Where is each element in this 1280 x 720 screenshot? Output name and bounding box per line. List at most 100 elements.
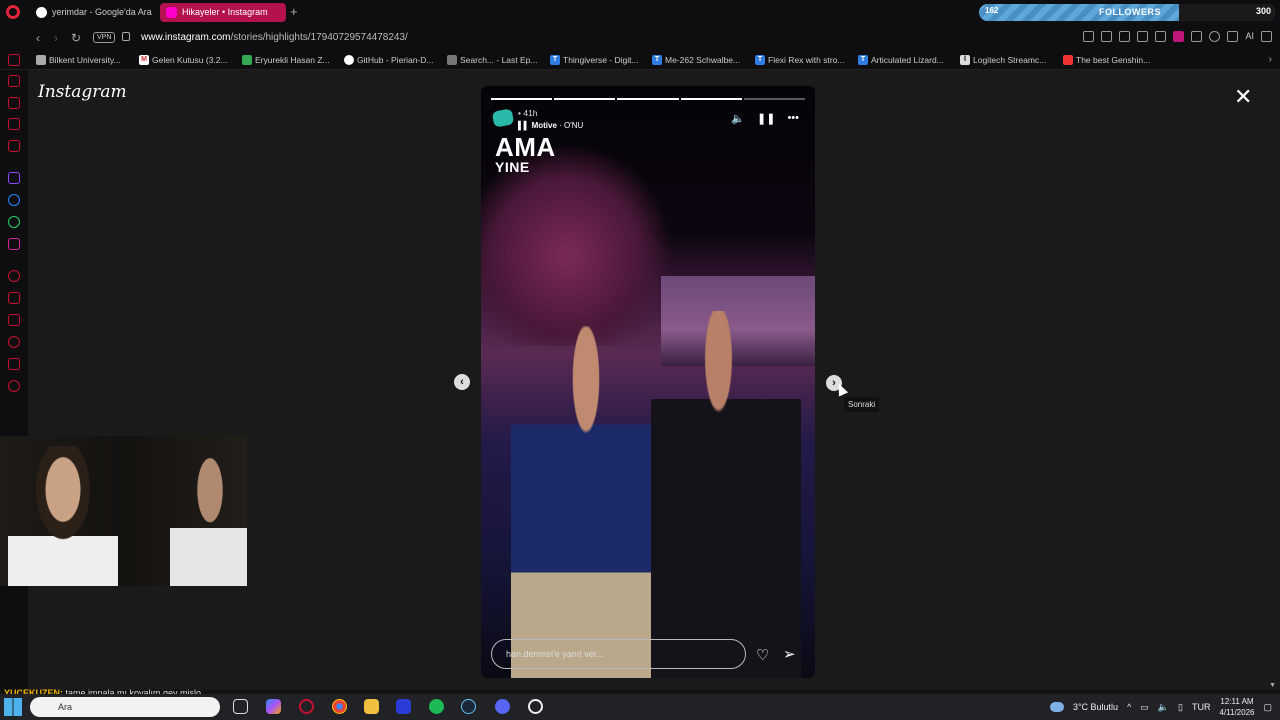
steam-icon[interactable] bbox=[461, 699, 476, 714]
webcam-overlay bbox=[0, 436, 247, 586]
story-music[interactable]: ▌▌ Motive · O'NU bbox=[518, 121, 583, 130]
bookmark-item[interactable]: GitHub - Pierian-D... bbox=[344, 55, 434, 65]
sidebar-home-icon[interactable] bbox=[8, 54, 20, 66]
pause-icon[interactable]: ❚❚ bbox=[757, 112, 775, 125]
discord-icon[interactable] bbox=[495, 699, 510, 714]
close-story-button[interactable]: ✕ bbox=[1234, 86, 1252, 108]
chrome-icon[interactable] bbox=[332, 699, 347, 714]
story-overlay-text: AMA YINE bbox=[495, 134, 556, 174]
new-tab-button[interactable]: + bbox=[290, 4, 298, 19]
menu-icon[interactable] bbox=[1261, 31, 1272, 42]
notifications-icon[interactable]: ▢ bbox=[1263, 702, 1272, 713]
puzzle-icon[interactable] bbox=[1191, 31, 1203, 42]
bookmark-item[interactable]: T Me-262 Schwalbe... bbox=[652, 55, 740, 65]
sidebar-pin-icon[interactable] bbox=[8, 292, 20, 304]
previous-story-button[interactable]: ‹ bbox=[454, 374, 470, 390]
sidebar-history-icon[interactable] bbox=[8, 75, 20, 87]
bookmark-item[interactable]: Eryurekli Hasan Z... bbox=[242, 55, 330, 65]
lock-icon[interactable] bbox=[122, 32, 130, 41]
followers-goal-widget: 162 FOLLOWERS 300 bbox=[979, 4, 1275, 21]
tab-google-search[interactable]: yerimdar - Google'da Ara bbox=[30, 3, 156, 22]
copilot-icon[interactable] bbox=[266, 699, 281, 714]
download-icon[interactable] bbox=[1227, 31, 1239, 42]
followers-label: FOLLOWERS bbox=[1099, 7, 1161, 17]
twitch-icon[interactable] bbox=[8, 172, 20, 184]
tab-label: Hikayeler • Instagram bbox=[182, 7, 268, 17]
more-options-icon[interactable]: ••• bbox=[787, 112, 799, 125]
sidebar-clock-icon[interactable] bbox=[8, 336, 20, 348]
network-icon[interactable]: ▭ bbox=[1140, 702, 1149, 713]
followers-count: 162 bbox=[985, 6, 999, 15]
profile-icon[interactable] bbox=[1209, 31, 1221, 42]
genshin-icon bbox=[1063, 55, 1073, 65]
opera-gx-icon[interactable] bbox=[299, 699, 314, 714]
messenger-icon[interactable] bbox=[8, 194, 20, 206]
globe-icon bbox=[36, 55, 46, 65]
next-tooltip: Sonraki bbox=[844, 397, 880, 412]
url-field[interactable]: www.instagram.com/stories/highlights/179… bbox=[141, 32, 408, 43]
snapshot-icon[interactable] bbox=[1101, 31, 1113, 42]
opera-logo-icon[interactable] bbox=[6, 5, 20, 19]
bookmark-item[interactable]: Bilkent University... bbox=[36, 55, 121, 65]
ai-button[interactable]: AI bbox=[1245, 31, 1254, 42]
scrollbar-down-icon[interactable]: ▼ bbox=[1269, 682, 1276, 689]
bookmark-item[interactable]: l Logitech Streamc... bbox=[960, 55, 1046, 65]
weather-text[interactable]: 3°C Bulutlu bbox=[1073, 702, 1118, 712]
sidebar-player-icon[interactable] bbox=[8, 270, 20, 282]
spotify-icon[interactable] bbox=[429, 699, 444, 714]
taskbar-clock[interactable]: 12:11 AM 4/11/2026 bbox=[1219, 696, 1254, 718]
bookmark-item[interactable]: M Gelen Kutusu (3.2... bbox=[139, 55, 228, 65]
followers-goal-total: 300 bbox=[1255, 6, 1271, 16]
heart-icon[interactable] bbox=[1137, 31, 1149, 42]
browser-sidebar bbox=[0, 54, 28, 690]
tray-chevron-icon[interactable]: ^ bbox=[1127, 702, 1131, 712]
like-heart-icon[interactable]: ♡ bbox=[756, 646, 769, 664]
logitech-icon: l bbox=[960, 55, 970, 65]
story-frame[interactable]: • 41h ▌▌ Motive · O'NU 🔈 ❚❚ ••• AMA YINE… bbox=[481, 86, 815, 678]
sidebar-extensions-icon[interactable] bbox=[8, 358, 20, 370]
sidebar-wallet-icon[interactable] bbox=[8, 314, 20, 326]
battery-icon[interactable]: ▯ bbox=[1178, 702, 1183, 713]
task-view-icon[interactable] bbox=[233, 699, 248, 714]
bookmark-item[interactable]: T Thingiverse - Digit... bbox=[550, 55, 639, 65]
thingiverse-icon: T bbox=[550, 55, 560, 65]
bookmarks-overflow-icon[interactable]: › bbox=[1269, 54, 1272, 65]
tab-instagram-stories[interactable]: Hikayeler • Instagram bbox=[160, 3, 286, 22]
extension-icon[interactable] bbox=[1173, 31, 1185, 42]
sidebar-twitch-icon[interactable] bbox=[8, 118, 20, 130]
speaker-icon[interactable]: 🔈 bbox=[1158, 702, 1169, 713]
reload-icon[interactable]: ↻ bbox=[71, 31, 81, 45]
sidebar-mail-icon[interactable] bbox=[8, 140, 20, 152]
system-tray: 3°C Bulutlu ^ ▭ 🔈 ▯ TUR 12:11 AM 4/11/20… bbox=[1049, 694, 1272, 720]
instagram-logo[interactable]: Instagram bbox=[38, 82, 127, 102]
story-photo-person bbox=[511, 326, 661, 678]
forward-icon[interactable]: › bbox=[54, 31, 58, 45]
whatsapp-icon[interactable] bbox=[8, 216, 20, 228]
pin-icon[interactable] bbox=[1083, 31, 1095, 42]
progress-segment bbox=[743, 98, 806, 100]
play-icon[interactable] bbox=[1155, 31, 1167, 42]
bookmark-item[interactable]: T Articulated Lizard... bbox=[858, 55, 944, 65]
back-icon[interactable]: ‹ bbox=[36, 31, 40, 45]
progress-segment bbox=[680, 98, 742, 100]
vpn-badge[interactable]: VPN bbox=[93, 32, 116, 43]
story-reply-input[interactable]: han.demirel'e yanıt ver... bbox=[491, 639, 746, 669]
send-icon[interactable]: ➢ bbox=[783, 645, 796, 663]
bookmark-item[interactable]: The best Genshin... bbox=[1063, 55, 1150, 65]
app-icon[interactable] bbox=[396, 699, 411, 714]
windows-start-icon[interactable] bbox=[4, 698, 22, 716]
sidebar-settings-icon[interactable] bbox=[8, 380, 20, 392]
bookmark-item[interactable]: Search... - Last Ep... bbox=[447, 55, 537, 65]
language-indicator[interactable]: TUR bbox=[1192, 702, 1211, 712]
thingiverse-icon: T bbox=[858, 55, 868, 65]
sidebar-bag-icon[interactable] bbox=[8, 97, 20, 109]
instagram-icon[interactable] bbox=[8, 238, 20, 250]
story-text-line: YINE bbox=[495, 159, 530, 175]
story-avatar[interactable] bbox=[491, 108, 515, 128]
shield-icon[interactable] bbox=[1119, 31, 1131, 42]
file-explorer-icon[interactable] bbox=[364, 699, 379, 714]
taskbar-search[interactable]: Ara bbox=[30, 697, 220, 717]
obs-icon[interactable] bbox=[528, 699, 543, 714]
bookmark-item[interactable]: T Flexi Rex with stro... bbox=[755, 55, 845, 65]
volume-icon[interactable]: 🔈 bbox=[731, 112, 745, 125]
